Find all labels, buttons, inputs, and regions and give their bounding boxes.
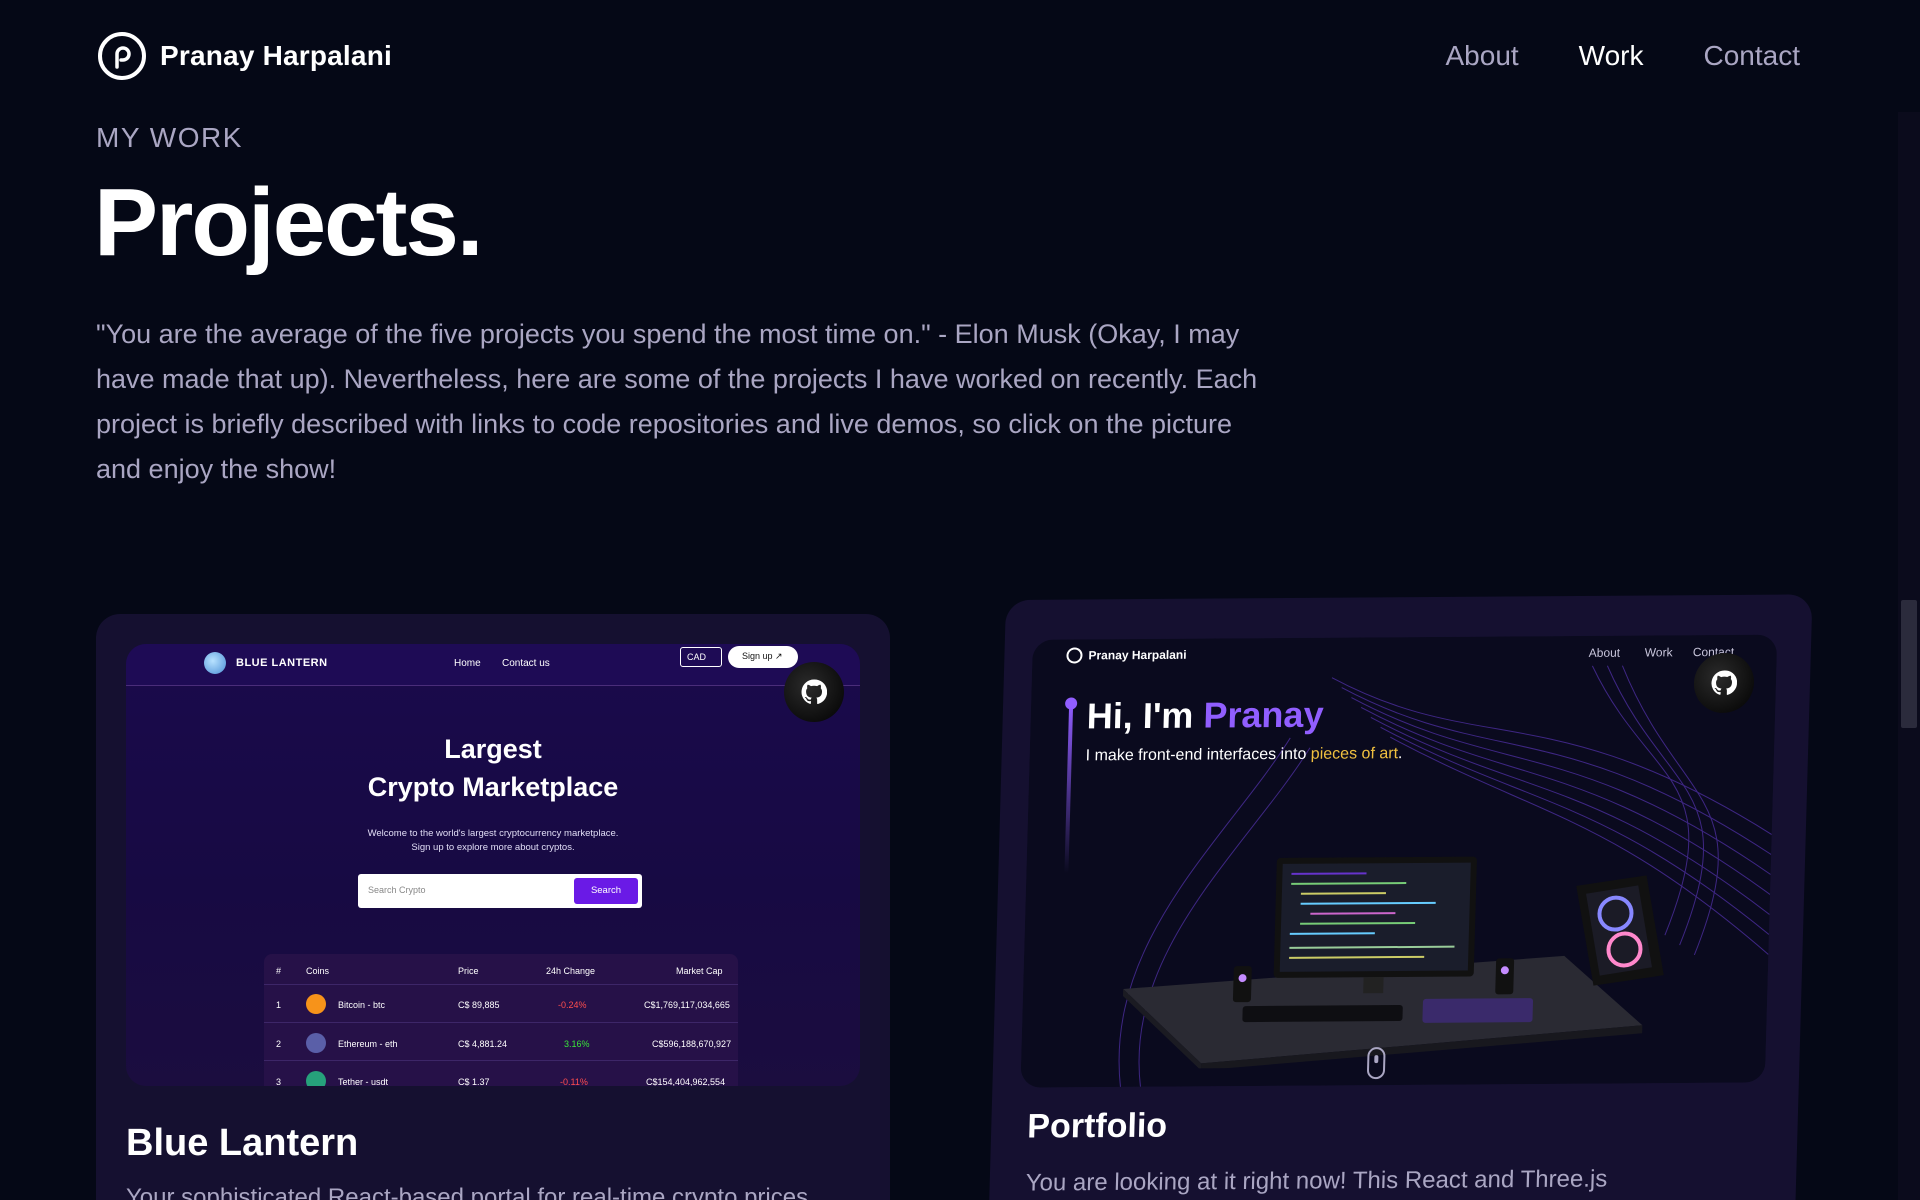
portfolio-screenshot: Pranay Harpalani About Work Contact Hi, … (1020, 634, 1778, 1088)
navbar: Pranay Harpalani About Work Contact (0, 0, 1920, 112)
bl-row-change: -0.24% (558, 1000, 587, 1010)
nav-about[interactable]: About (1446, 40, 1519, 72)
project-title-portfolio: Portfolio (1026, 1106, 1168, 1146)
project-description-blue-lantern: Your sophisticated React-based portal fo… (126, 1184, 809, 1200)
project-title-blue-lantern: Blue Lantern (126, 1122, 359, 1164)
bl-heading-line1: Largest (444, 734, 542, 764)
bitcoin-icon (306, 994, 326, 1014)
brand-name: Pranay Harpalani (160, 40, 392, 71)
nav-contact[interactable]: Contact (1704, 40, 1801, 72)
bl-row-cap: C$1,769,117,034,665 (644, 1000, 730, 1010)
bl-sub-line2: Sign up to explore more about cryptos. (411, 842, 575, 853)
pf-tagline-start: I make front-end interfaces into (1085, 745, 1312, 765)
project-description-portfolio: You are looking at it right now! This Re… (1025, 1165, 1608, 1197)
pf-nav-about: About (1588, 645, 1621, 660)
bl-th-price: Price (458, 966, 479, 976)
desktop-pc-illustration (1122, 856, 1664, 1070)
bl-heading-line2: Crypto Marketplace (367, 772, 619, 802)
bl-row-rank: 3 (276, 1077, 282, 1086)
pf-hero-tagline: I make front-end interfaces into pieces … (1085, 745, 1402, 765)
blue-lantern-screenshot: BLUE LANTERN Home Contact us CAD Sign up… (126, 644, 860, 1086)
bl-row-coin: Ethereum - eth (338, 1039, 398, 1049)
bl-row-change: 3.16% (564, 1039, 590, 1049)
ethereum-icon (306, 1033, 326, 1053)
project-image-portfolio[interactable]: Pranay Harpalani About Work Contact Hi, … (1020, 634, 1778, 1088)
bl-signup-button: Sign up ↗ (728, 646, 798, 668)
project-image-blue-lantern[interactable]: BLUE LANTERN Home Contact us CAD Sign up… (126, 644, 860, 1086)
scrollbar-track[interactable] (1898, 0, 1920, 1200)
bl-row-coin: Tether - usdt (338, 1077, 389, 1086)
bl-currency-select: CAD (680, 647, 722, 667)
nav-links: About Work Contact (1446, 40, 1801, 72)
scrollbar-thumb[interactable] (1901, 600, 1917, 728)
project-card-portfolio: Pranay Harpalani About Work Contact Hi, … (988, 594, 1813, 1200)
bl-row-rank: 2 (276, 1039, 282, 1049)
pf-brand: Pranay Harpalani (1088, 647, 1187, 663)
bl-th-change: 24h Change (546, 966, 596, 976)
bl-row-rank: 1 (276, 1000, 282, 1010)
bl-row-price: C$ 1.37 (458, 1077, 490, 1086)
nav-work[interactable]: Work (1579, 40, 1644, 72)
bl-search-bar: Search Crypto Search (358, 874, 642, 908)
bl-th-rank: # (276, 966, 282, 976)
section-title: Projects. (94, 169, 484, 276)
pf-hero-hi: Hi, I'm (1086, 694, 1205, 737)
bl-row-price: C$ 4,881.24 (458, 1039, 508, 1049)
pf-tagline-accent: pieces of art (1310, 745, 1399, 763)
section-subtitle: MY WORK (96, 122, 243, 153)
bl-row-change: -0.11% (560, 1077, 588, 1086)
project-card-blue-lantern: BLUE LANTERN Home Contact us CAD Sign up… (96, 614, 890, 1200)
bl-sub-line1: Welcome to the world's largest cryptocur… (367, 828, 619, 839)
bl-nav-contact: Contact us (502, 658, 550, 669)
pf-hero-heading: Hi, I'm Pranay (1086, 694, 1324, 738)
tether-icon (306, 1071, 326, 1086)
bl-row-cap: C$596,188,670,927 (652, 1039, 732, 1049)
github-icon (1711, 670, 1738, 695)
bl-search-placeholder: Search Crypto (368, 885, 426, 895)
bl-row-price: C$ 89,885 (458, 1000, 500, 1010)
bl-logo-icon (204, 652, 226, 674)
bl-row-coin: Bitcoin - btc (338, 1000, 386, 1010)
github-icon (801, 679, 827, 705)
pf-hero-name: Pranay (1202, 693, 1325, 736)
bl-brand: BLUE LANTERN (236, 657, 328, 669)
pf-nav-work: Work (1644, 645, 1673, 660)
brand-link[interactable]: Pranay Harpalani (98, 32, 392, 80)
github-link-button[interactable] (784, 662, 844, 722)
bl-navbar: BLUE LANTERN Home Contact us CAD Sign up… (126, 644, 860, 686)
bl-coin-table: # Coins Price 24h Change Market Cap 1 Bi… (264, 954, 738, 1086)
pf-tagline-end: . (1397, 745, 1403, 763)
section-description: "You are the average of the five project… (96, 319, 1258, 484)
bl-th-cap: Market Cap (676, 966, 723, 976)
bl-row-cap: C$154,404,962,554 (646, 1077, 726, 1086)
logo-icon (98, 32, 146, 80)
scroll-mouse-icon (1366, 1047, 1386, 1080)
bl-search-button: Search (574, 878, 638, 904)
bl-nav-home: Home (454, 658, 481, 669)
bl-th-coins: Coins (306, 966, 330, 976)
